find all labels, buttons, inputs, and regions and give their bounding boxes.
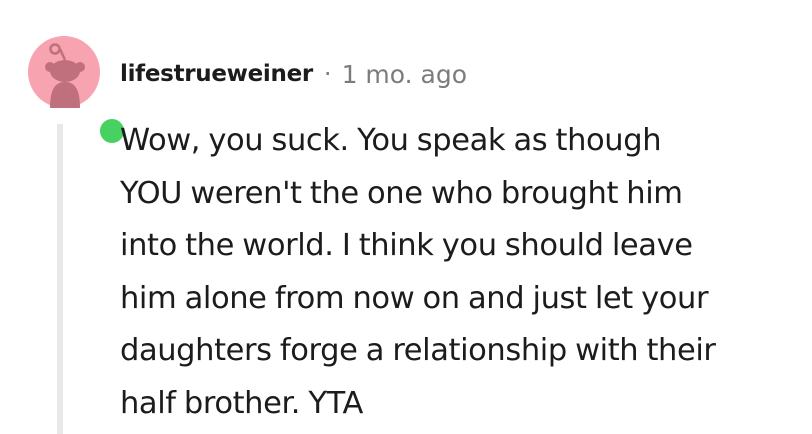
comment-body-line: half brother. YTA [120, 385, 363, 421]
comment-body-line: him alone from now on and just let your [120, 280, 709, 316]
author-username[interactable]: lifestrueweiner [120, 61, 313, 87]
comment-timestamp[interactable]: 1 mo. ago [342, 60, 467, 89]
comment-meta: lifestrueweiner · 1 mo. ago [120, 57, 467, 91]
comment-body-line: Wow, you suck. You speak as though [120, 123, 662, 158]
snoo-avatar-icon [28, 36, 100, 108]
thread-line[interactable] [57, 124, 63, 434]
comment-body-line: YOU weren't the one who brought him [120, 175, 683, 211]
comment: lifestrueweiner · 1 mo. ago Wow, you suc… [0, 0, 812, 434]
comment-body-line: daughters forge a relationship with thei… [120, 333, 716, 368]
comment-body: Wow, you suck. You speak as though YOU w… [120, 115, 800, 430]
user-avatar[interactable] [28, 36, 128, 147]
comment-body-line: into the world. I think you should leave [120, 228, 693, 263]
meta-separator: · [323, 60, 332, 88]
